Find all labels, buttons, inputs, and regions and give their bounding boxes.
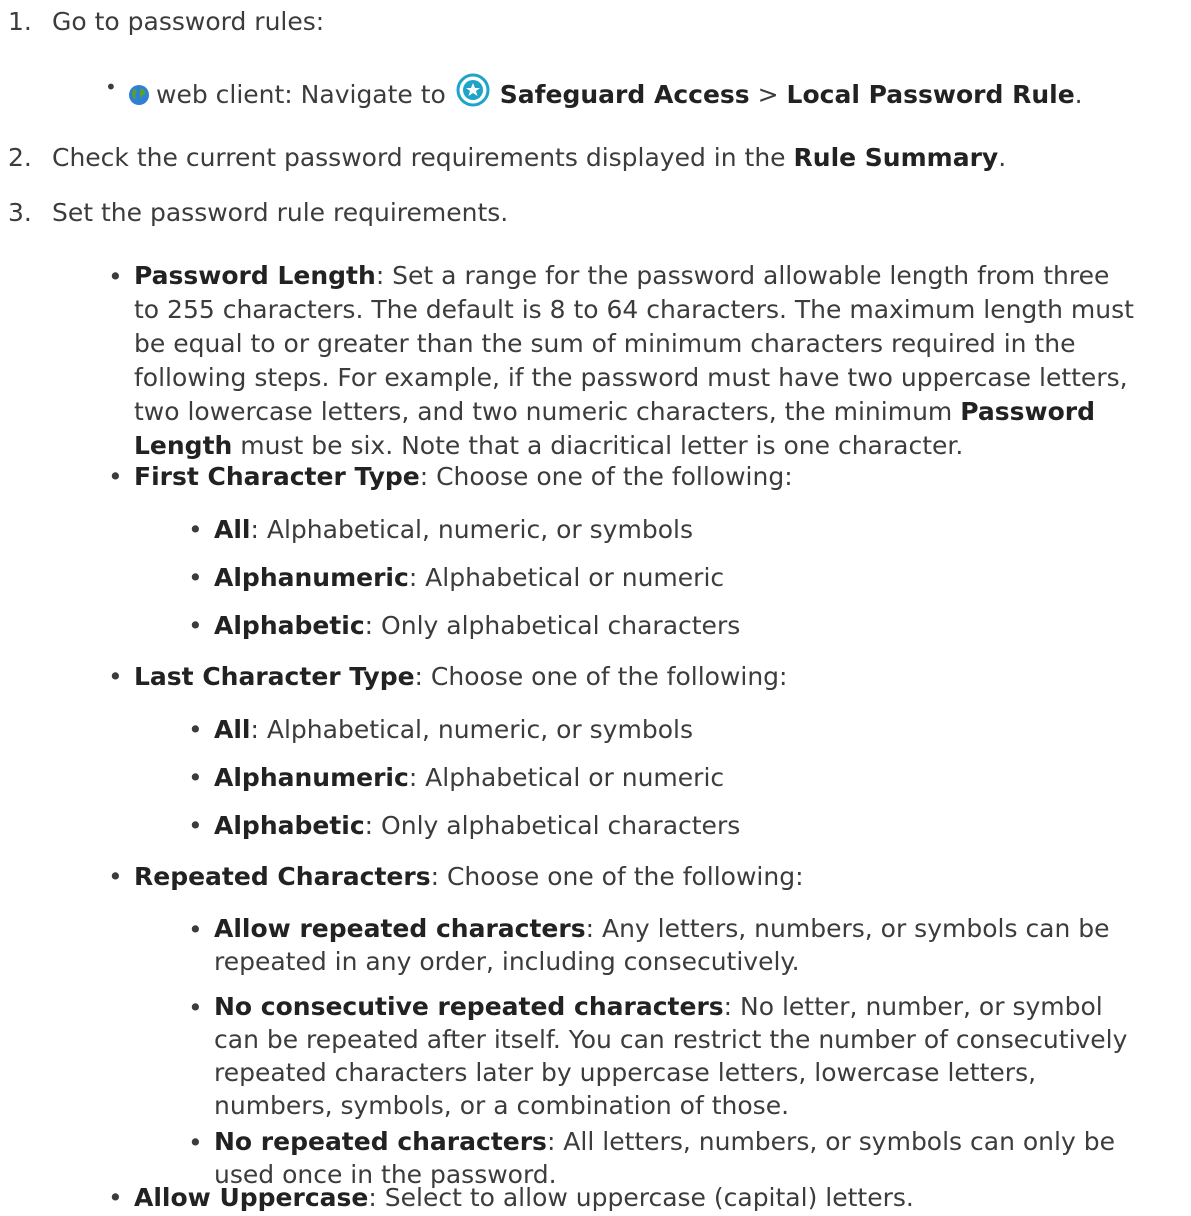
password-length-ref: Password (960, 397, 1096, 426)
option-label: Alphanumeric (214, 763, 409, 792)
item-description: : Choose one of the following: (414, 662, 788, 691)
item-description: : Select to allow uppercase (capital) le… (368, 1183, 914, 1212)
bullet-dot: • (188, 715, 203, 744)
bullet-dot: • (188, 515, 203, 544)
option-description: numbers, symbols, or a combination of th… (214, 1091, 790, 1120)
text-line: : Set a range for the password allowable… (375, 261, 1110, 290)
option-description: : All letters, numbers, or symbols can o… (546, 1127, 1115, 1156)
text-line: following steps. For example, if the pas… (134, 363, 1128, 392)
text-line: must be six. Note that a diacritical let… (232, 431, 964, 460)
step-text: Set the password rule requirements. (52, 198, 509, 227)
nav-link-local-password-rule[interactable]: Local Password Rule (787, 80, 1075, 109)
star-badge-icon (456, 73, 490, 107)
nav-link-safeguard-access[interactable]: Safeguard Access (500, 80, 750, 109)
nav-separator: > (757, 80, 779, 109)
option-label: No consecutive repeated characters (214, 992, 724, 1021)
option-description: repeated characters later by uppercase l… (214, 1058, 1037, 1087)
option-description: : Only alphabetical characters (364, 811, 741, 840)
option-label: Alphabetic (214, 811, 365, 840)
option-label: Allow repeated characters (214, 914, 586, 943)
bullet-dot: • (188, 993, 203, 1022)
option-description: : Only alphabetical characters (364, 611, 741, 640)
text-line: to 255 characters. The default is 8 to 6… (134, 295, 1134, 324)
first-character-type-label: First Character Type (134, 462, 420, 491)
allow-uppercase-label: Allow Uppercase (134, 1183, 369, 1212)
option-description: can be repeated after itself. You can re… (214, 1025, 1128, 1054)
option-label: Alphabetic (214, 611, 365, 640)
option-description: : No letter, number, or symbol (723, 992, 1103, 1021)
step-text: Check the current password requirements … (52, 140, 1006, 176)
bullet-dot: • (108, 662, 123, 691)
option-description: : Any letters, numbers, or symbols can b… (585, 914, 1110, 943)
bullet-dot: • (108, 862, 123, 891)
text-line: be equal to or greater than the sum of m… (134, 329, 1076, 358)
option-description: : Alphabetical, numeric, or symbols (250, 515, 693, 544)
option-description: : Alphabetical or numeric (408, 763, 725, 792)
option-label: No repeated characters (214, 1127, 547, 1156)
text-line: two lowercase letters, and two numeric c… (134, 397, 953, 426)
option-description: repeated in any order, including consecu… (214, 947, 800, 976)
bullet-icon: • (105, 75, 117, 99)
option-label: All (214, 715, 251, 744)
bullet-dot: • (188, 915, 203, 944)
option-description: : Alphabetical, numeric, or symbols (250, 715, 693, 744)
bullet-dot: • (108, 262, 123, 291)
period: . (998, 143, 1007, 172)
item-description: : Choose one of the following: (419, 462, 793, 491)
bullet-dot: • (188, 811, 203, 840)
globe-icon (129, 85, 149, 105)
step-text: Go to password rules: (52, 7, 325, 36)
rule-summary-label: Rule Summary (793, 143, 999, 172)
password-length-label: Password Length (134, 261, 376, 290)
bullet-dot: • (188, 563, 203, 592)
option-description: : Alphabetical or numeric (408, 563, 725, 592)
last-character-type-label: Last Character Type (134, 662, 415, 691)
repeated-characters-label: Repeated Characters (134, 862, 431, 891)
nav-prefix: web client: Navigate to (156, 80, 446, 109)
bullet-dot: • (188, 611, 203, 640)
step-text-before: Check the current password requirements … (52, 143, 786, 172)
password-length-ref: Length (134, 431, 233, 460)
bullet-dot: • (108, 1183, 123, 1212)
item-description: : Choose one of the following: (430, 862, 804, 891)
option-label: All (214, 515, 251, 544)
bullet-dot: • (108, 462, 123, 491)
bullet-dot: • (188, 763, 203, 792)
period: . (1074, 80, 1083, 109)
bullet-dot: • (188, 1128, 203, 1157)
option-label: Alphanumeric (214, 563, 409, 592)
